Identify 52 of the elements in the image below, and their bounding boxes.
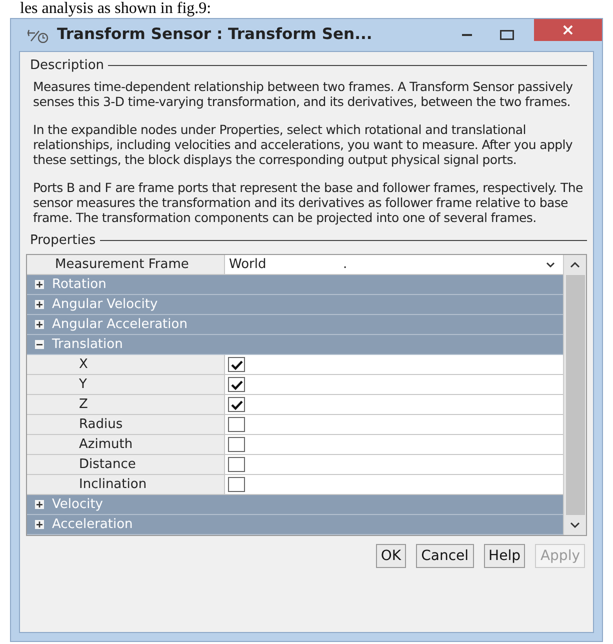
- check-icon: [230, 360, 242, 370]
- property-label: Radius: [27, 415, 225, 434]
- plus-icon[interactable]: [35, 280, 44, 289]
- caption: les analysis as shown in fig.9:: [20, 0, 212, 18]
- property-label: X: [27, 355, 225, 374]
- check-icon: [230, 380, 242, 390]
- group-row[interactable]: Acceleration: [27, 515, 563, 535]
- plus-icon[interactable]: [35, 320, 44, 329]
- property-label: Y: [27, 375, 225, 394]
- sensor-icon: [27, 27, 51, 43]
- checkbox[interactable]: [228, 377, 245, 392]
- minus-icon[interactable]: [35, 340, 44, 349]
- checkbox[interactable]: [228, 357, 245, 372]
- scrollbar[interactable]: [563, 255, 586, 535]
- dialog-button[interactable]: Cancel: [416, 544, 474, 568]
- description-paragraph: Measures time-dependent relationship between two frames. A Transform Sensor passively senses this 3-D time-varying transformation, and its derivatives, between the two frames.: [33, 78, 574, 108]
- description-paragraph: In the expandible nodes under Properties, select which rotational and translational relationships, including velocities and accelerations, you want to measure. After you apply these settings, the block displays the corresponding output physical signal ports.: [33, 122, 574, 166]
- group-row[interactable]: Rotation: [27, 275, 563, 295]
- property-label: Measurement Frame: [27, 255, 225, 274]
- group-label: Velocity: [52, 496, 103, 514]
- group-label: Translation: [52, 336, 123, 354]
- checkbox[interactable]: [228, 477, 245, 492]
- section-label: Properties: [30, 232, 96, 250]
- checkbox[interactable]: [228, 417, 245, 432]
- section-label: Description: [30, 57, 104, 75]
- minimize-icon: [462, 34, 472, 36]
- group-label: Acceleration: [52, 516, 133, 534]
- chevron-down-icon: [546, 262, 555, 268]
- group-label: Angular Velocity: [52, 296, 158, 314]
- plus-icon[interactable]: [35, 520, 44, 529]
- check-icon: [230, 400, 242, 410]
- maximize-icon: [500, 30, 514, 40]
- checkbox[interactable]: [228, 397, 245, 412]
- property-label: Z: [27, 395, 225, 414]
- description-paragraph: Ports B and F are frame ports that represent the base and follower frames, respectively. The sensor measures the transformation and its derivatives as follower frame relative to base frame. The transformation components can be projected into one of several frames.: [33, 180, 583, 224]
- group-row[interactable]: Angular Velocity: [27, 295, 563, 315]
- group-label: Rotation: [52, 276, 106, 294]
- property-label: Azimuth: [27, 435, 225, 454]
- property-label: Inclination: [27, 475, 225, 494]
- group-row[interactable]: Translation: [27, 335, 563, 355]
- dialog-button[interactable]: OK: [376, 544, 406, 568]
- group-label: Angular Acceleration: [52, 316, 188, 334]
- close-button[interactable]: ×: [534, 19, 602, 41]
- plus-icon[interactable]: [35, 500, 44, 509]
- plus-icon[interactable]: [35, 300, 44, 309]
- checkbox[interactable]: [228, 437, 245, 452]
- window-title: Transform Sensor : Transform Sen...: [57, 24, 372, 46]
- group-row[interactable]: Velocity: [27, 495, 563, 515]
- property-label: Distance: [27, 455, 225, 474]
- checkbox[interactable]: [228, 457, 245, 472]
- group-row[interactable]: Angular Acceleration: [27, 315, 563, 335]
- dialog-button[interactable]: Help: [484, 544, 526, 568]
